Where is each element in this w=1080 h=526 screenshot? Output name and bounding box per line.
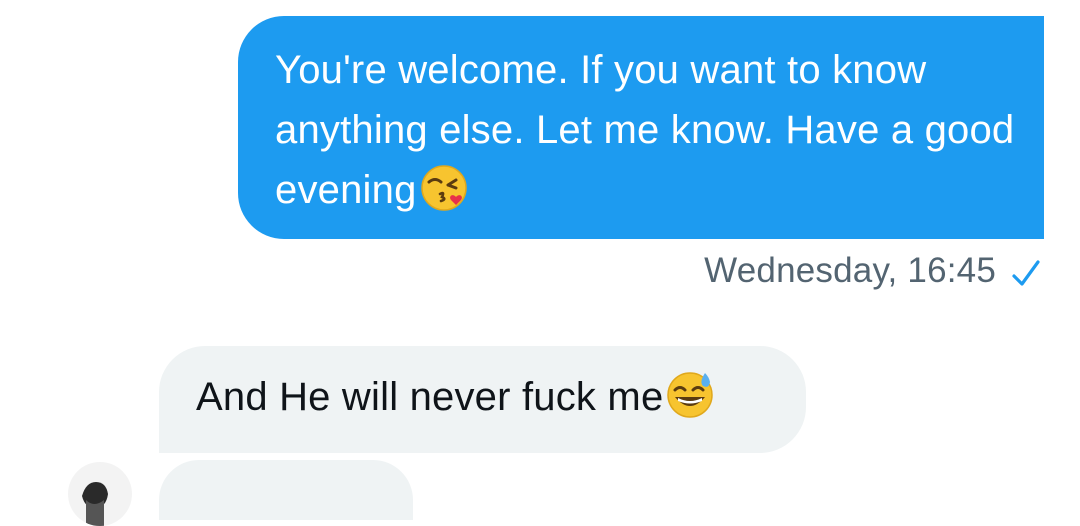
grinning-sweat-face-icon (665, 370, 715, 420)
message-meta: Wednesday, 16:45 (704, 248, 1042, 294)
sent-check-icon (1010, 258, 1042, 290)
kissing-face-with-heart-icon (419, 163, 469, 213)
message-timestamp: Wednesday, 16:45 (704, 251, 996, 290)
sent-message-bubble[interactable]: You're welcome. If you want to know anyt… (238, 16, 1044, 239)
received-message-bubble-partial[interactable] (159, 460, 413, 520)
received-message-text: And He will never fuck me (196, 370, 786, 424)
received-message-bubble[interactable]: And He will never fuck me (159, 346, 806, 453)
received-message-body: And He will never fuck me (196, 375, 664, 419)
sent-message-text: You're welcome. If you want to know anyt… (275, 40, 1020, 220)
avatar[interactable] (68, 462, 132, 526)
sent-message-body: You're welcome. If you want to know anyt… (275, 48, 1015, 212)
